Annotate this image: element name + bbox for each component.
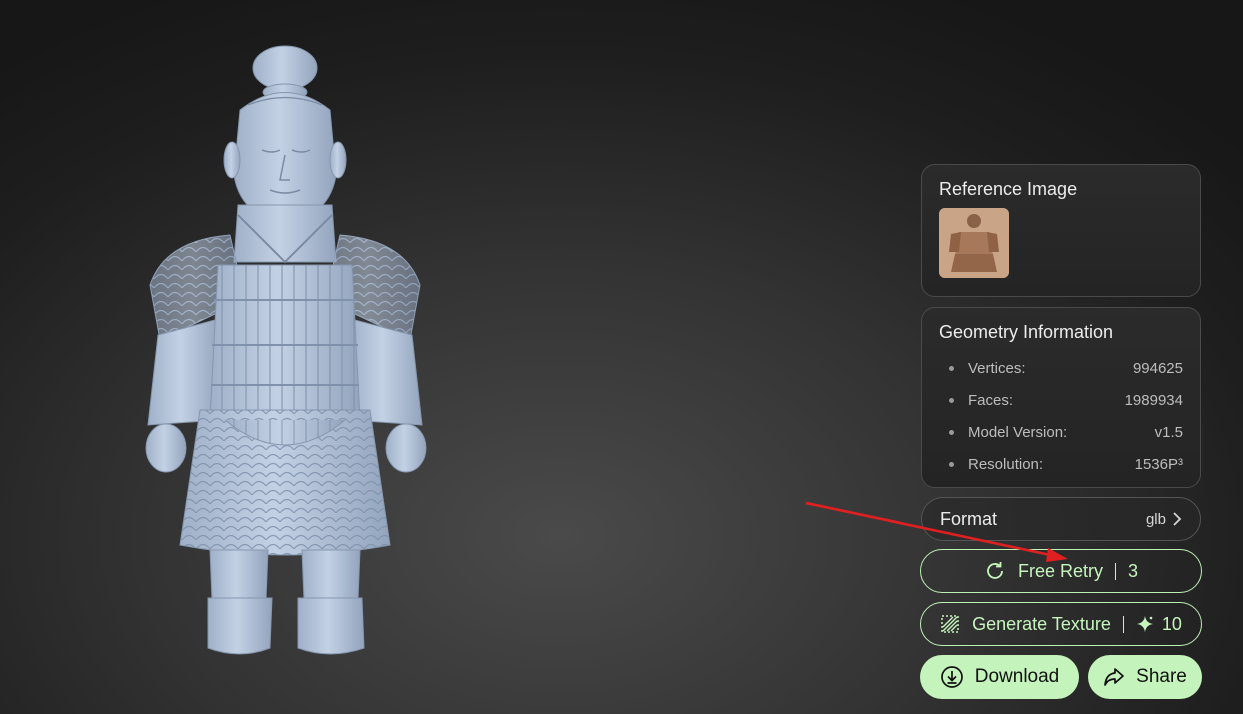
download-button[interactable]: Download bbox=[920, 655, 1079, 699]
resolution-value: 1536P³ bbox=[1134, 455, 1183, 473]
bullet-icon bbox=[949, 365, 954, 371]
generate-texture-cost: 10 bbox=[1161, 613, 1182, 634]
geometry-information-panel: Geometry Information Vertices: 994625 Fac… bbox=[921, 307, 1201, 488]
format-label: Format bbox=[940, 508, 998, 529]
format-value[interactable]: glb bbox=[1146, 511, 1182, 528]
reference-image-panel: Reference Image bbox=[921, 164, 1201, 297]
resolution-label: Resolution: bbox=[968, 455, 1044, 473]
faces-value: 1989934 bbox=[1124, 391, 1183, 409]
vertices-label: Vertices: bbox=[968, 359, 1026, 377]
generate-texture-label: Generate Texture bbox=[972, 613, 1111, 634]
terracotta-warrior-model bbox=[145, 45, 900, 655]
divider bbox=[1122, 615, 1124, 633]
reference-image-title: Reference Image bbox=[939, 179, 1078, 199]
format-value-text: glb bbox=[1145, 510, 1166, 528]
share-label: Share bbox=[1136, 666, 1187, 687]
bullet-icon bbox=[949, 429, 954, 435]
geometry-model-version: Model Version: v1.5 bbox=[939, 416, 1183, 448]
model-version-value: v1.5 bbox=[1154, 423, 1183, 441]
free-retry-button[interactable]: Free Retry 3 bbox=[920, 549, 1202, 593]
model-viewport[interactable] bbox=[0, 0, 900, 714]
model-version-label: Model Version: bbox=[968, 423, 1068, 441]
geometry-faces: Faces: 1989934 bbox=[939, 384, 1183, 416]
bullet-icon bbox=[949, 461, 954, 467]
refresh-icon bbox=[984, 560, 1006, 582]
geometry-resolution: Resolution: 1536P³ bbox=[939, 448, 1183, 480]
hatch-icon bbox=[940, 614, 960, 634]
annotation-arrow bbox=[805, 501, 900, 525]
sparkle-icon bbox=[1136, 615, 1154, 633]
geometry-information-title: Geometry Information bbox=[939, 322, 1114, 342]
geometry-vertices: Vertices: 994625 bbox=[939, 352, 1183, 384]
format-selector[interactable]: Format glb bbox=[921, 497, 1201, 541]
vertices-value: 994625 bbox=[1132, 359, 1183, 377]
geometry-list: Vertices: 994625 Faces: 1989934 Model Vers… bbox=[939, 352, 1183, 480]
warrior-thumbnail-icon bbox=[939, 208, 1009, 278]
share-button[interactable]: Share bbox=[1088, 655, 1202, 699]
divider bbox=[1115, 562, 1116, 580]
reference-image-thumbnail[interactable] bbox=[939, 208, 1009, 278]
download-label: Download bbox=[974, 666, 1060, 687]
share-icon bbox=[1103, 666, 1125, 688]
bullet-icon bbox=[949, 397, 954, 403]
generate-texture-button[interactable]: Generate Texture 10 bbox=[920, 602, 1202, 646]
chevron-right-icon bbox=[1173, 512, 1182, 526]
free-retry-count: 3 bbox=[1128, 560, 1139, 581]
free-retry-label: Free Retry bbox=[1017, 560, 1103, 581]
faces-label: Faces: bbox=[968, 391, 1014, 409]
download-icon bbox=[940, 665, 964, 689]
